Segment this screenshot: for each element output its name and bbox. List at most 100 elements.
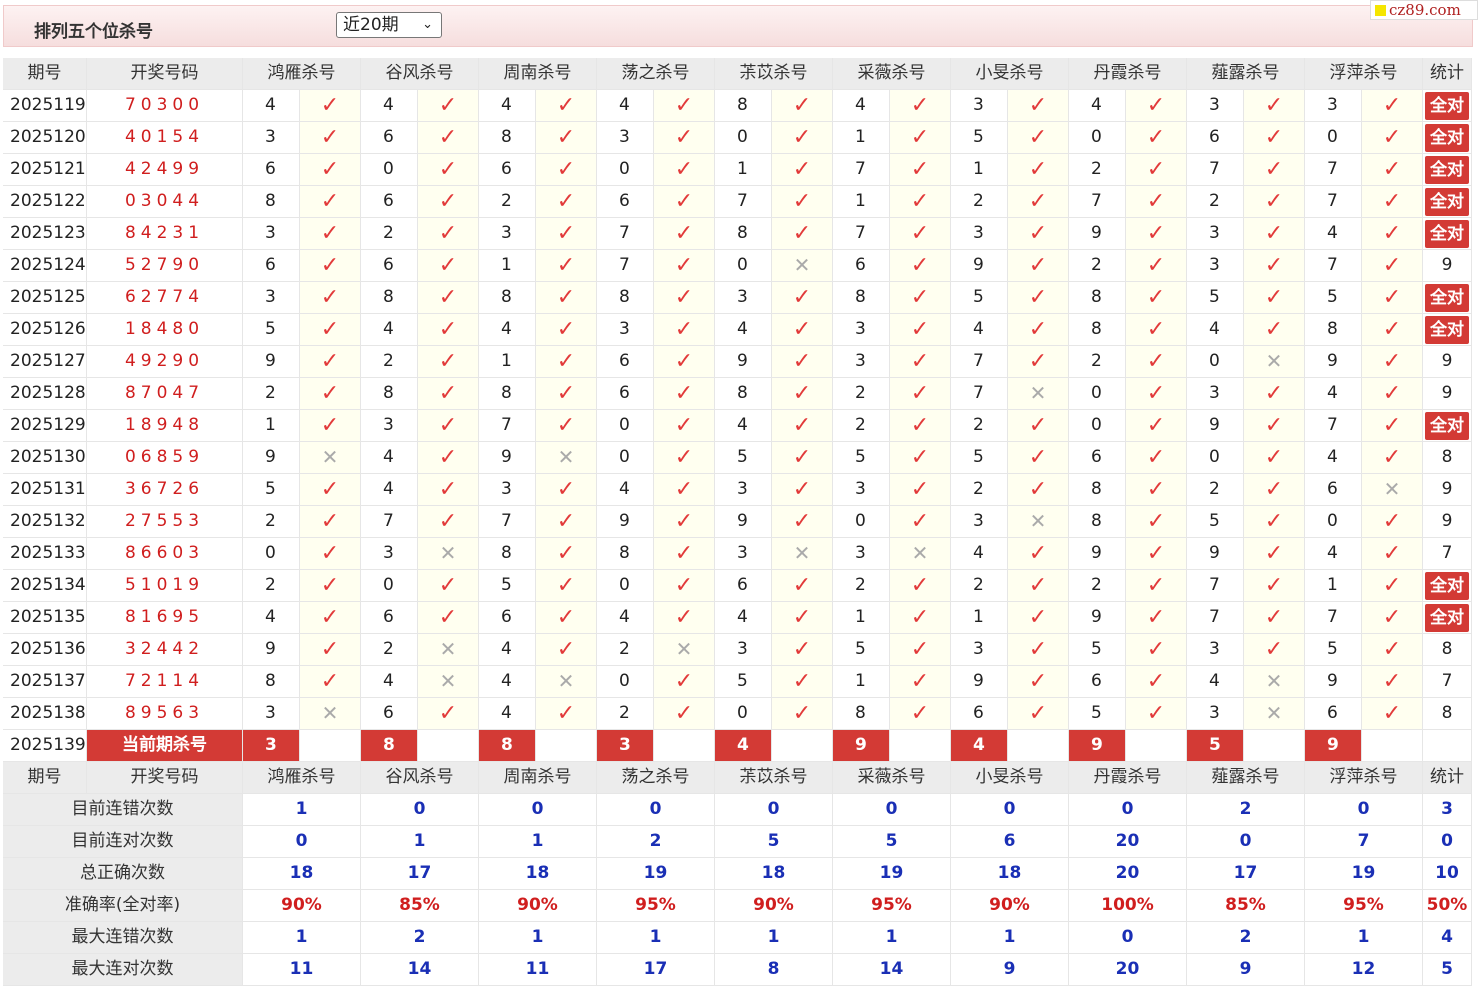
check-icon: ✓ (1362, 410, 1423, 442)
header-expert-1[interactable]: 谷风杀号 (361, 58, 479, 90)
check-icon: ✓ (536, 410, 597, 442)
header-expert-5-footer[interactable]: 采薇杀号 (833, 762, 951, 794)
check-icon: ✓ (1244, 218, 1305, 250)
kill-number-cell: 7 (597, 250, 654, 282)
header-expert-2-footer[interactable]: 周南杀号 (479, 762, 597, 794)
all-correct-badge: 全对 (1423, 282, 1472, 314)
period-range-select[interactable]: 近20期 ⌄ (336, 12, 442, 38)
header-expert-9[interactable]: 浮萍杀号 (1305, 58, 1423, 90)
kill-number-cell: 3 (951, 506, 1008, 538)
stat-value: 11 (479, 954, 597, 986)
header-expert-6[interactable]: 小旻杀号 (951, 58, 1069, 90)
check-icon: ✓ (1244, 570, 1305, 602)
stat-total-value: 0 (1423, 826, 1472, 858)
check-icon: ✓ (300, 506, 361, 538)
header-expert-6-footer[interactable]: 小旻杀号 (951, 762, 1069, 794)
kill-number-cell: 6 (597, 378, 654, 410)
check-icon: ✓ (418, 346, 479, 378)
cross-icon: ✕ (772, 250, 833, 282)
kill-number-cell: 7 (1305, 186, 1362, 218)
check-icon: ✓ (772, 506, 833, 538)
check-icon: ✓ (300, 602, 361, 634)
kill-number-cell: 3 (243, 122, 300, 154)
header-expert-3[interactable]: 荡之杀号 (597, 58, 715, 90)
header-expert-9-footer[interactable]: 浮萍杀号 (1305, 762, 1423, 794)
stat-label: 最大连对次数 (3, 954, 243, 986)
kill-number-cell: 9 (1069, 218, 1126, 250)
kill-number-cell: 2 (833, 378, 890, 410)
all-correct-label: 全对 (1425, 156, 1469, 184)
header-expert-4-footer[interactable]: 茮苡杀号 (715, 762, 833, 794)
header-expert-3-footer[interactable]: 荡之杀号 (597, 762, 715, 794)
draw-number-cell: 72114 (87, 666, 243, 698)
stat-value: 20 (1069, 826, 1187, 858)
check-icon: ✓ (654, 538, 715, 570)
check-icon: ✓ (536, 698, 597, 730)
kill-number-cell: 5 (1187, 282, 1244, 314)
stat-value: 5 (715, 826, 833, 858)
check-icon: ✓ (772, 282, 833, 314)
watermark-text: cz89.com (1389, 1, 1461, 19)
row-stat-cell: 8 (1423, 442, 1472, 474)
header-expert-8[interactable]: 薤露杀号 (1187, 58, 1305, 90)
header-expert-8-footer[interactable]: 薤露杀号 (1187, 762, 1305, 794)
row-stat-cell: 9 (1423, 378, 1472, 410)
header-expert-1-footer[interactable]: 谷风杀号 (361, 762, 479, 794)
kill-number-cell: 8 (479, 122, 536, 154)
header-expert-0[interactable]: 鸿雁杀号 (243, 58, 361, 90)
stat-value: 0 (1305, 794, 1423, 826)
check-icon: ✓ (1244, 250, 1305, 282)
kill-number-cell: 4 (479, 90, 536, 122)
draw-number-cell: 84231 (87, 218, 243, 250)
all-correct-badge: 全对 (1423, 186, 1472, 218)
all-correct-label: 全对 (1425, 572, 1469, 600)
header-expert-4[interactable]: 茮苡杀号 (715, 58, 833, 90)
header-expert-7[interactable]: 丹霞杀号 (1069, 58, 1187, 90)
check-icon: ✓ (890, 442, 951, 474)
check-icon: ✓ (890, 154, 951, 186)
stat-value: 1 (715, 922, 833, 954)
stat-value: 2 (597, 826, 715, 858)
header-expert-7-footer[interactable]: 丹霞杀号 (1069, 762, 1187, 794)
period-cell: 2025134 (3, 570, 87, 602)
all-correct-badge: 全对 (1423, 410, 1472, 442)
kill-number-cell: 3 (1187, 250, 1244, 282)
kill-number-cell: 7 (1187, 602, 1244, 634)
stat-value: 9 (951, 954, 1069, 986)
header-period: 期号 (3, 58, 87, 90)
header-expert-0-footer[interactable]: 鸿雁杀号 (243, 762, 361, 794)
check-icon: ✓ (654, 474, 715, 506)
current-kill-number: 3 (597, 730, 654, 762)
kill-number-cell: 3 (833, 538, 890, 570)
kill-number-cell: 4 (361, 314, 418, 346)
check-icon: ✓ (300, 90, 361, 122)
kill-number-cell: 6 (833, 250, 890, 282)
kill-number-cell: 4 (479, 666, 536, 698)
stat-value: 0 (1187, 826, 1305, 858)
kill-number-cell: 8 (833, 282, 890, 314)
all-correct-badge: 全对 (1423, 122, 1472, 154)
all-correct-badge: 全对 (1423, 90, 1472, 122)
site-watermark[interactable]: cz89.com (1370, 0, 1478, 20)
kill-number-cell: 5 (951, 442, 1008, 474)
kill-number-cell: 8 (1305, 314, 1362, 346)
row-stat-cell: 8 (1423, 634, 1472, 666)
check-icon: ✓ (654, 218, 715, 250)
check-icon: ✓ (890, 506, 951, 538)
draw-number-cell: 51019 (87, 570, 243, 602)
kill-number-cell: 5 (479, 570, 536, 602)
check-icon: ✓ (1008, 122, 1069, 154)
check-icon: ✓ (536, 602, 597, 634)
stat-total-value: 5 (1423, 954, 1472, 986)
period-cell: 2025125 (3, 282, 87, 314)
stat-value: 0 (1069, 794, 1187, 826)
check-icon: ✓ (772, 666, 833, 698)
check-icon: ✓ (654, 602, 715, 634)
kill-number-cell: 2 (243, 378, 300, 410)
kill-number-cell: 0 (833, 506, 890, 538)
header-expert-2[interactable]: 周南杀号 (479, 58, 597, 90)
kill-number-cell: 3 (951, 90, 1008, 122)
header-expert-5[interactable]: 采薇杀号 (833, 58, 951, 90)
header-period-footer: 期号 (3, 762, 87, 794)
kill-number-cell: 5 (833, 634, 890, 666)
